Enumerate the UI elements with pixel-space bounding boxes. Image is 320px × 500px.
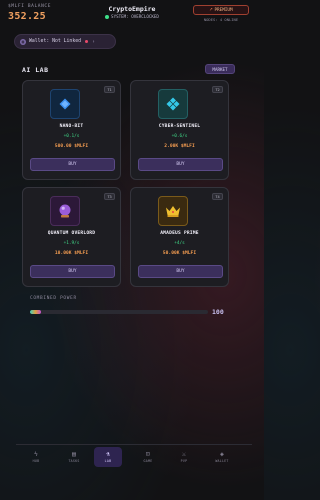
nav-label: GAME: [143, 459, 153, 464]
tier-badge: T3: [104, 193, 115, 200]
tier-badge: T4: [212, 193, 223, 200]
item-rate: +0.1/s: [63, 134, 80, 139]
buy-button[interactable]: BUY: [138, 158, 223, 171]
item-card-amadeus-prime: T4 AMADEUS PRIME +4/s 50.00K $MLFI BUY: [130, 187, 229, 287]
nav-item-pvp[interactable]: ⚔ PVP: [170, 447, 198, 467]
item-cost: 50.00K $MLFI: [162, 251, 197, 256]
lightning-icon: ϟ: [34, 449, 38, 458]
nav-item-game[interactable]: ⊡ GAME: [134, 447, 162, 467]
buy-button[interactable]: BUY: [30, 158, 115, 171]
chevron-right-icon: ›: [91, 38, 95, 45]
item-card-cyber-sentinel: T2 CYBER-SENTINEL +0.6/s 2.00K $MLFI BUY: [130, 80, 229, 180]
market-button[interactable]: MARKET: [205, 64, 235, 74]
quad-diamond-icon: [166, 97, 180, 111]
item-icon-box: [50, 89, 80, 119]
nav-label: HUB: [32, 459, 40, 464]
item-card-quantum-overlord: T3 QUANTUM OVERLORD +1.9/s 10.00K $MLFI …: [22, 187, 121, 287]
item-name: AMADEUS PRIME: [160, 231, 199, 236]
swords-icon: ⚔: [182, 449, 186, 458]
gem-icon: ◈: [220, 449, 224, 458]
power-progress-fill: [30, 310, 41, 314]
item-rate: +4/s: [174, 241, 185, 246]
wallet-connect-button[interactable]: ▣ Wallet: Not Linked ›: [14, 34, 116, 49]
nav-label: WALLET: [215, 459, 229, 464]
diamond-icon: [59, 98, 71, 110]
item-cost: 500.00 $MLFI: [54, 144, 89, 149]
clipboard-icon: ▤: [72, 449, 76, 458]
item-icon-box: [158, 196, 188, 226]
premium-label: PREMIUM: [214, 7, 233, 13]
item-rate: +0.6/s: [171, 134, 188, 139]
nav-label: PVP: [180, 459, 188, 464]
bottom-nav: ϟ HUB ▤ TASKS ⚗ LAB ⊡ GAME ⚔ PVP ◈ WALLE…: [16, 444, 252, 468]
item-icon-box: [50, 196, 80, 226]
item-card-nano-bit: T1 NANO-BIT +0.1/s 500.00 $MLFI BUY: [22, 80, 121, 180]
nav-item-wallet[interactable]: ◈ WALLET: [208, 447, 236, 467]
item-icon-box: [158, 89, 188, 119]
item-rate: +1.9/s: [63, 241, 80, 246]
nav-label: LAB: [104, 459, 112, 464]
rocket-icon: ➚: [209, 7, 213, 13]
item-name: QUANTUM OVERLORD: [47, 231, 96, 236]
gamepad-icon: ⊡: [146, 449, 150, 458]
item-cost: 10.00K $MLFI: [54, 251, 89, 256]
crown-icon: [166, 206, 180, 217]
top-bar: $MLFI BALANCE 352.25 CryptoEmpire SYSTEM…: [0, 0, 264, 28]
tier-badge: T2: [212, 86, 223, 93]
crystal-ball-icon: [59, 204, 71, 218]
wallet-status-label: Wallet: Not Linked: [29, 39, 81, 44]
tier-badge: T1: [104, 86, 115, 93]
wallet-icon: ▣: [20, 38, 26, 45]
section-title: AI LAB: [22, 66, 49, 74]
nav-label: TASKS: [68, 459, 80, 464]
power-progress-bar: [30, 310, 208, 314]
test-tube-icon: ⚗: [106, 449, 110, 458]
premium-button[interactable]: ➚ PREMIUM: [193, 5, 249, 15]
server-info: NODES: 4 ONLINE: [203, 17, 239, 22]
combined-power-label: COMBINED POWER: [30, 296, 77, 301]
buy-button[interactable]: BUY: [138, 265, 223, 278]
unlinked-dot-icon: [84, 40, 88, 43]
status-dot-icon: [105, 15, 110, 19]
nav-item-tasks[interactable]: ▤ TASKS: [60, 447, 88, 467]
item-name: NANO-BIT: [59, 124, 84, 129]
buy-button[interactable]: BUY: [30, 265, 115, 278]
item-cost: 2.00K $MLFI: [164, 144, 195, 149]
nav-item-hub[interactable]: ϟ HUB: [22, 447, 50, 467]
combined-power-value: 100: [212, 308, 224, 316]
system-status-text: SYSTEM: OVERCLOCKED: [111, 14, 159, 19]
item-name: CYBER-SENTINEL: [158, 124, 201, 129]
nav-item-lab[interactable]: ⚗ LAB: [94, 447, 122, 467]
